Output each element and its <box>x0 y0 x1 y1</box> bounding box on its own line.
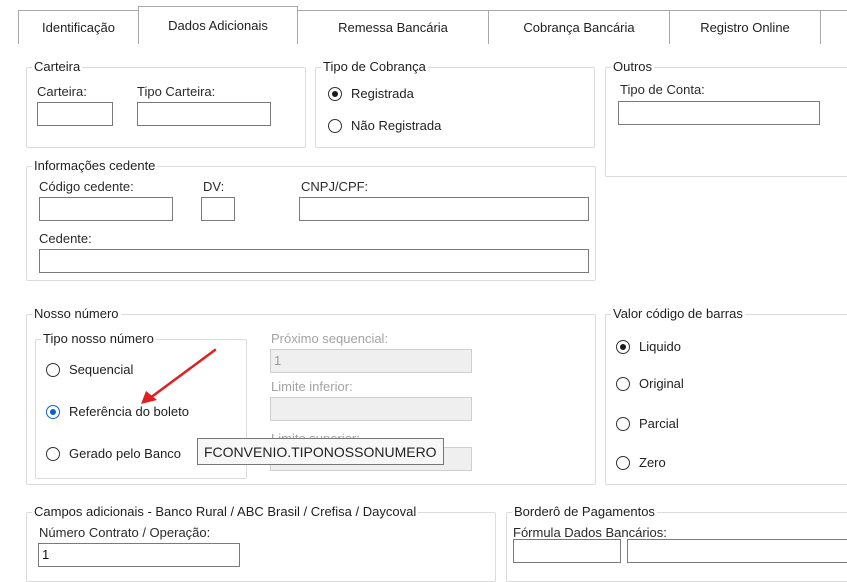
radio-parcial-label: Parcial <box>639 416 679 431</box>
radio-registrada[interactable]: Registrada <box>328 86 414 101</box>
tipo-cobranca-group: Tipo de Cobrança Registrada Não Registra… <box>315 59 595 148</box>
cedente-name-input[interactable] <box>39 249 589 273</box>
limite-inferior-input <box>270 397 472 421</box>
valor-codigo-barras-group: Valor código de barras Liquido Original … <box>605 306 847 485</box>
radio-liquido-dot <box>616 339 630 354</box>
radio-sequencial-label: Sequencial <box>69 362 134 377</box>
campos-adicionais-legend: Campos adicionais - Banco Rural / ABC Br… <box>32 504 419 519</box>
radio-nao-registrada-label: Não Registrada <box>351 118 442 133</box>
formula-dados-bancarios-label: Fórmula Dados Bancários: <box>513 525 667 540</box>
tipo-conta-label: Tipo de Conta: <box>620 82 705 97</box>
dv-label: DV: <box>203 179 225 194</box>
radio-sequencial[interactable]: Sequencial <box>46 362 133 377</box>
radio-zero-label: Zero <box>639 455 666 470</box>
tipo-carteira-input[interactable] <box>137 102 271 126</box>
radio-parcial-dot <box>616 416 630 431</box>
proximo-sequencial-input: 1 <box>270 349 472 373</box>
tipo-nosso-numero-legend: Tipo nosso número <box>41 331 156 346</box>
tipo-cobranca-legend: Tipo de Cobrança <box>321 59 428 74</box>
nosso-numero-legend: Nosso número <box>32 306 121 321</box>
limite-inferior-label: Limite inferior: <box>271 379 353 394</box>
carteira-input[interactable] <box>37 102 113 126</box>
carteira-legend: Carteira <box>32 59 83 74</box>
formula-input-2[interactable] <box>627 539 847 563</box>
outros-group: Outros Tipo de Conta: <box>605 59 847 177</box>
radio-liquido[interactable]: Liquido <box>616 339 681 354</box>
tab-dados-adicionais[interactable]: Dados Adicionais <box>138 6 298 45</box>
field-tooltip: FCONVENIO.TIPONOSSONUMERO <box>197 438 444 465</box>
valor-codigo-barras-legend: Valor código de barras <box>611 306 745 321</box>
campos-adicionais-group: Campos adicionais - Banco Rural / ABC Br… <box>26 504 496 582</box>
radio-referencia-boleto-dot <box>46 404 60 419</box>
cedente-legend: Informações cedente <box>32 158 158 173</box>
radio-gerado-pelo-banco-label: Gerado pelo Banco <box>69 446 182 461</box>
cedente-group: Informações cedente Código cedente: DV: … <box>26 158 596 281</box>
radio-original-label: Original <box>639 376 684 391</box>
tipo-conta-input[interactable] <box>618 101 820 125</box>
cedente-name-label: Cedente: <box>39 231 92 246</box>
cnpj-cpf-label: CNPJ/CPF: <box>301 179 369 194</box>
codigo-cedente-input[interactable] <box>39 197 173 221</box>
radio-sequencial-dot <box>46 362 60 377</box>
cnpj-cpf-input[interactable] <box>299 197 589 221</box>
radio-referencia-boleto-label: Referência do boleto <box>69 404 189 419</box>
tab-cobranca-bancaria[interactable]: Cobrança Bancária <box>488 10 670 44</box>
radio-parcial[interactable]: Parcial <box>616 416 679 431</box>
radio-gerado-pelo-banco-dot <box>46 446 60 461</box>
formula-input-1[interactable] <box>513 539 621 563</box>
bordero-group: Borderô de Pagamentos Fórmula Dados Banc… <box>506 504 847 582</box>
tab-registro-online[interactable]: Registro Online <box>669 10 821 44</box>
bordero-legend: Borderô de Pagamentos <box>512 504 657 519</box>
radio-referencia-boleto[interactable]: Referência do boleto <box>46 404 189 419</box>
codigo-cedente-label: Código cedente: <box>39 179 134 194</box>
numero-contrato-input[interactable]: 1 <box>38 543 240 567</box>
dv-input[interactable] <box>201 197 235 221</box>
proximo-sequencial-label: Próximo sequencial: <box>271 331 389 346</box>
carteira-label: Carteira: <box>37 84 87 99</box>
tipo-carteira-label: Tipo Carteira: <box>137 84 216 99</box>
radio-nao-registrada-dot <box>328 118 342 133</box>
radio-zero[interactable]: Zero <box>616 455 666 470</box>
radio-registrada-dot <box>328 86 342 101</box>
radio-gerado-pelo-banco[interactable]: Gerado pelo Banco <box>46 446 181 461</box>
tab-strip: Identificação Dados Adicionais Remessa B… <box>0 0 847 45</box>
tab-remessa-bancaria[interactable]: Remessa Bancária <box>297 10 489 44</box>
tab-identificacao[interactable]: Identificação <box>18 10 139 44</box>
numero-contrato-label: Número Contrato / Operação: <box>39 525 211 540</box>
outros-legend: Outros <box>611 59 655 74</box>
radio-original[interactable]: Original <box>616 376 684 391</box>
radio-registrada-label: Registrada <box>351 86 414 101</box>
radio-liquido-label: Liquido <box>639 339 681 354</box>
radio-original-dot <box>616 376 630 391</box>
tab-next[interactable] <box>820 10 847 44</box>
radio-zero-dot <box>616 455 630 470</box>
radio-nao-registrada[interactable]: Não Registrada <box>328 118 441 133</box>
carteira-group: Carteira Carteira: Tipo Carteira: <box>26 59 306 148</box>
